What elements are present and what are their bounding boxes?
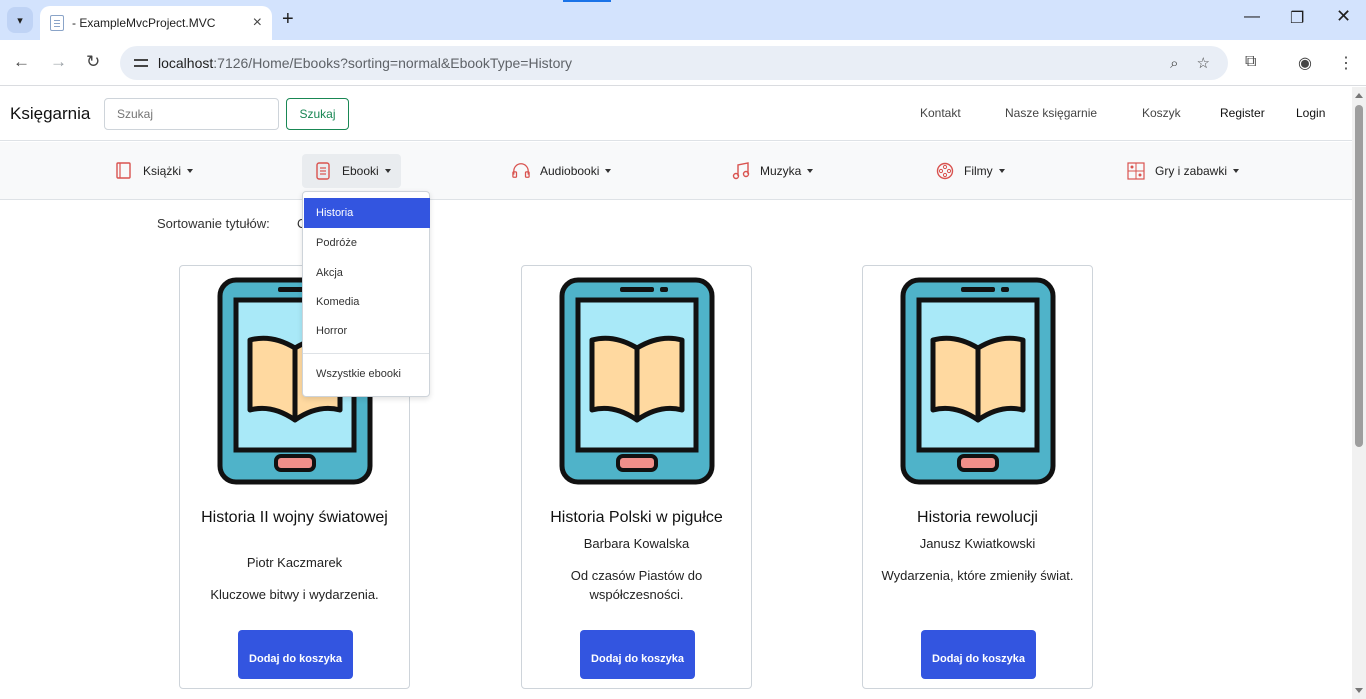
tab-highlight (563, 0, 611, 2)
brand-logo[interactable]: Księgarnia (10, 104, 90, 124)
site-header: Księgarnia Szukaj Kontakt Nasze księgarn… (0, 87, 1352, 141)
site-settings-icon[interactable] (134, 57, 148, 69)
nav-link-contact[interactable]: Kontakt (920, 106, 961, 120)
nav-link-register[interactable]: Register (1220, 106, 1265, 120)
forward-arrow-icon[interactable]: → (50, 52, 67, 72)
product-description: Kluczowe bitwy i wydarzenia. (210, 587, 379, 602)
add-to-cart-button[interactable]: Dodaj do koszyka (238, 630, 353, 679)
caret-down-icon (998, 169, 1005, 173)
category-label: Muzyka (760, 164, 802, 178)
restore-icon[interactable]: ❐ (1290, 8, 1304, 28)
category-audiobooks[interactable]: Audiobooki (500, 154, 621, 188)
category-ebooks[interactable]: Ebooki (302, 154, 401, 188)
dropdown-item-travel[interactable]: Podróże (304, 228, 430, 258)
reload-icon[interactable]: ↻ (86, 52, 100, 72)
dropdown-divider (303, 353, 429, 354)
toys-icon (1127, 162, 1145, 180)
menu-kebab-icon[interactable]: ⋮ (1338, 53, 1354, 73)
caret-down-icon (187, 169, 194, 173)
web-page: Księgarnia Szukaj Kontakt Nasze księgarn… (0, 87, 1352, 699)
category-label: Książki (143, 164, 182, 178)
dropdown-item-horror[interactable]: Horror (304, 316, 430, 346)
category-label: Ebooki (342, 164, 379, 178)
browser-toolbar: ← → ↻ localhost:7126/Home/Ebooks?sorting… (0, 40, 1366, 86)
scrollbar-thumb[interactable] (1355, 105, 1363, 447)
product-author: Piotr Kaczmarek (246, 555, 343, 570)
dropdown-item-history[interactable]: Historia (304, 198, 430, 228)
close-window-icon[interactable]: ✕ (1336, 6, 1351, 27)
tab-search-chevron-icon[interactable]: ▾ (7, 7, 33, 33)
category-bar: Książki Ebooki Audiobooki Muzyka Filmy G… (0, 142, 1352, 200)
book-icon (115, 162, 133, 180)
page-scrollbar[interactable] (1352, 87, 1366, 699)
scroll-down-arrow-icon[interactable] (1355, 688, 1363, 693)
product-title[interactable]: Historia II wojny światowej (192, 508, 397, 528)
search-input[interactable] (104, 98, 279, 130)
url-text[interactable]: localhost:7126/Home/Ebooks?sorting=norma… (158, 55, 1170, 71)
category-games-toys[interactable]: Gry i zabawki (1115, 154, 1249, 188)
back-arrow-icon[interactable]: ← (13, 52, 30, 72)
category-label: Audiobooki (540, 164, 600, 178)
minimize-icon[interactable]: — (1244, 8, 1260, 26)
product-description: Od czasów Piastów do współczesności. (570, 568, 703, 602)
product-card: Historia rewolucji Janusz Kwiatkowski Wy… (862, 265, 1093, 689)
dropdown-item-all-ebooks[interactable]: Wszystkie ebooki (304, 359, 430, 389)
dropdown-item-action[interactable]: Akcja (304, 258, 430, 288)
profile-icon[interactable]: ◉ (1298, 53, 1312, 73)
music-note-icon (732, 162, 750, 180)
nav-link-stores[interactable]: Nasze księgarnie (1005, 106, 1097, 120)
product-card: Historia Polski w pigułce Barbara Kowals… (521, 265, 752, 689)
ebook-reader-image (900, 277, 1056, 485)
add-to-cart-button[interactable]: Dodaj do koszyka (580, 630, 695, 679)
category-films[interactable]: Filmy (924, 154, 1015, 188)
browser-tab[interactable]: - ExampleMvcProject.MVC × (40, 6, 272, 40)
url-path: :7126/Home/Ebooks?sorting=normal&EbookTy… (213, 55, 573, 71)
caret-down-icon (605, 169, 612, 173)
scroll-up-arrow-icon[interactable] (1355, 93, 1363, 98)
address-bar[interactable]: localhost:7126/Home/Ebooks?sorting=norma… (120, 46, 1228, 80)
zoom-icon[interactable]: ⌕ (1170, 55, 1178, 72)
dropdown-item-comedy[interactable]: Komedia (304, 287, 430, 317)
add-to-cart-button[interactable]: Dodaj do koszyka (921, 630, 1036, 679)
category-label: Filmy (964, 164, 993, 178)
product-author: Barbara Kowalska (583, 536, 690, 551)
tab-title: - ExampleMvcProject.MVC (72, 16, 216, 30)
category-music[interactable]: Muzyka (720, 154, 823, 188)
page-favicon-icon (50, 15, 64, 31)
ebook-icon (314, 162, 332, 180)
ebooks-dropdown-menu: Historia Podróże Akcja Komedia Horror Ws… (302, 191, 430, 397)
nav-link-cart[interactable]: Koszyk (1142, 106, 1181, 120)
nav-link-login[interactable]: Login (1296, 106, 1325, 120)
caret-down-icon (1233, 169, 1240, 173)
tab-close-icon[interactable]: × (253, 14, 262, 32)
product-author: Janusz Kwiatkowski (919, 536, 1036, 551)
product-description: Wydarzenia, które zmieniły świat. (881, 568, 1074, 583)
extensions-puzzle-icon[interactable]: ⧉ (1245, 53, 1256, 71)
sorting-label: Sortowanie tytułów: (157, 216, 270, 231)
bookmark-star-icon[interactable]: ☆ (1197, 54, 1210, 72)
product-title[interactable]: Historia Polski w pigułce (534, 508, 739, 528)
ebook-reader-image (559, 277, 715, 485)
headphones-icon (512, 162, 530, 180)
url-host: localhost (158, 55, 214, 71)
category-books[interactable]: Książki (103, 154, 203, 188)
caret-down-icon (384, 169, 391, 173)
browser-tab-strip: ▾ - ExampleMvcProject.MVC × + — ❐ ✕ (0, 0, 1366, 40)
film-reel-icon (936, 162, 954, 180)
category-label: Gry i zabawki (1155, 164, 1228, 178)
search-button[interactable]: Szukaj (286, 98, 349, 130)
product-title[interactable]: Historia rewolucji (875, 508, 1080, 528)
new-tab-plus-icon[interactable]: + (282, 8, 294, 31)
caret-down-icon (807, 169, 814, 173)
